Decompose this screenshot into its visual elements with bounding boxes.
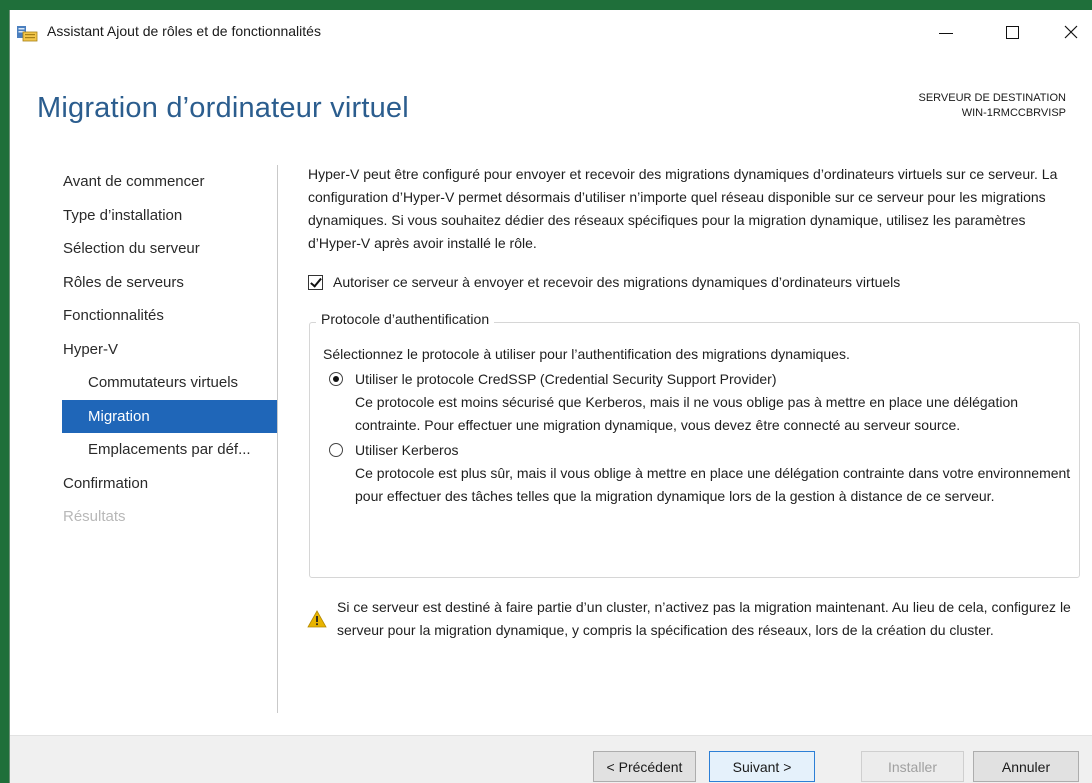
kerberos-text: Utiliser Kerberos Ce protocole est plus …: [355, 439, 1073, 508]
credssp-text: Utiliser le protocole CredSSP (Credentia…: [355, 368, 1073, 437]
minimize-icon: [939, 32, 953, 34]
kerberos-description: Ce protocole est plus sûr, mais il vous …: [355, 465, 1071, 504]
credssp-radio[interactable]: [329, 372, 343, 386]
close-button[interactable]: [1048, 10, 1092, 54]
destination-server: SERVEUR DE DESTINATION WIN-1RMCCBRVISP: [918, 91, 1066, 121]
cluster-warning: Si ce serveur est destiné à faire partie…: [307, 596, 1082, 642]
content-area: Hyper-V peut être configuré pour envoyer…: [308, 163, 1080, 255]
cluster-warning-text: Si ce serveur est destiné à faire partie…: [337, 599, 1071, 638]
nav-item-migration[interactable]: Migration: [62, 399, 278, 433]
page-title: Migration d’ordinateur virtuel: [37, 92, 409, 124]
cancel-button[interactable]: Annuler: [973, 751, 1079, 782]
install-button: Installer: [861, 751, 964, 782]
destination-server-name: WIN-1RMCCBRVISP: [961, 107, 1066, 119]
credssp-option[interactable]: Utiliser le protocole CredSSP (Credentia…: [323, 368, 1073, 437]
next-button[interactable]: Suivant >: [709, 751, 815, 782]
nav-item-commutateurs-virtuels[interactable]: Commutateurs virtuels: [62, 366, 278, 400]
nav-item-resultats: Résultats: [63, 508, 126, 525]
window-title: Assistant Ajout de rôles et de fonctionn…: [47, 23, 321, 39]
nav-item-hyper-v[interactable]: Hyper-V: [62, 333, 278, 367]
auth-protocol-body: Sélectionnez le protocole à utiliser pou…: [323, 343, 1073, 508]
credssp-description: Ce protocole est moins sécurisé que Kerb…: [355, 394, 1019, 433]
title-bar[interactable]: Assistant Ajout de rôles et de fonctionn…: [10, 10, 1092, 54]
minimize-button[interactable]: [923, 10, 969, 54]
warning-icon: [307, 610, 327, 628]
footer-bar: < Précédent Suivant > Installer Annuler: [10, 735, 1092, 783]
auth-prompt: Sélectionnez le protocole à utiliser pou…: [323, 346, 850, 362]
nav-item-roles-serveurs[interactable]: Rôles de serveurs: [62, 266, 278, 300]
wizard-nav: Avant de commencer Type d’installation S…: [62, 165, 278, 534]
kerberos-option[interactable]: Utiliser Kerberos Ce protocole est plus …: [323, 439, 1073, 508]
auth-protocol-group: Protocole d’authentification Sélectionne…: [309, 311, 1080, 578]
nav-item-confirmation[interactable]: Confirmation: [62, 467, 278, 501]
allow-migration-checkbox-row[interactable]: Autoriser ce serveur à envoyer et recevo…: [308, 274, 900, 290]
wizard-window: Assistant Ajout de rôles et de fonctionn…: [9, 10, 1092, 783]
intro-text: Hyper-V peut être configuré pour envoyer…: [308, 166, 1058, 251]
kerberos-label: Utiliser Kerberos: [355, 442, 459, 458]
nav-item-avant-de-commencer[interactable]: Avant de commencer: [62, 165, 278, 199]
nav-divider: [277, 165, 278, 713]
maximize-icon: [1005, 25, 1019, 39]
destination-label: SERVEUR DE DESTINATION: [918, 92, 1066, 104]
nav-item-emplacements[interactable]: Emplacements par déf...: [62, 433, 278, 467]
previous-button[interactable]: < Précédent: [593, 751, 696, 782]
nav-item-selection-serveur[interactable]: Sélection du serveur: [62, 232, 278, 266]
auth-protocol-legend: Protocole d’authentification: [316, 311, 495, 327]
maximize-button[interactable]: [989, 10, 1035, 54]
allow-migration-checkbox[interactable]: [308, 274, 323, 290]
server-manager-icon: [17, 26, 38, 42]
nav-item-type-installation[interactable]: Type d’installation: [62, 199, 278, 233]
allow-migration-label: Autoriser ce serveur à envoyer et recevo…: [333, 274, 901, 290]
kerberos-radio[interactable]: [329, 443, 343, 457]
credssp-label: Utiliser le protocole CredSSP (Credentia…: [355, 371, 777, 387]
nav-item-fonctionnalites[interactable]: Fonctionnalités: [62, 299, 278, 333]
close-icon: [1064, 25, 1078, 39]
